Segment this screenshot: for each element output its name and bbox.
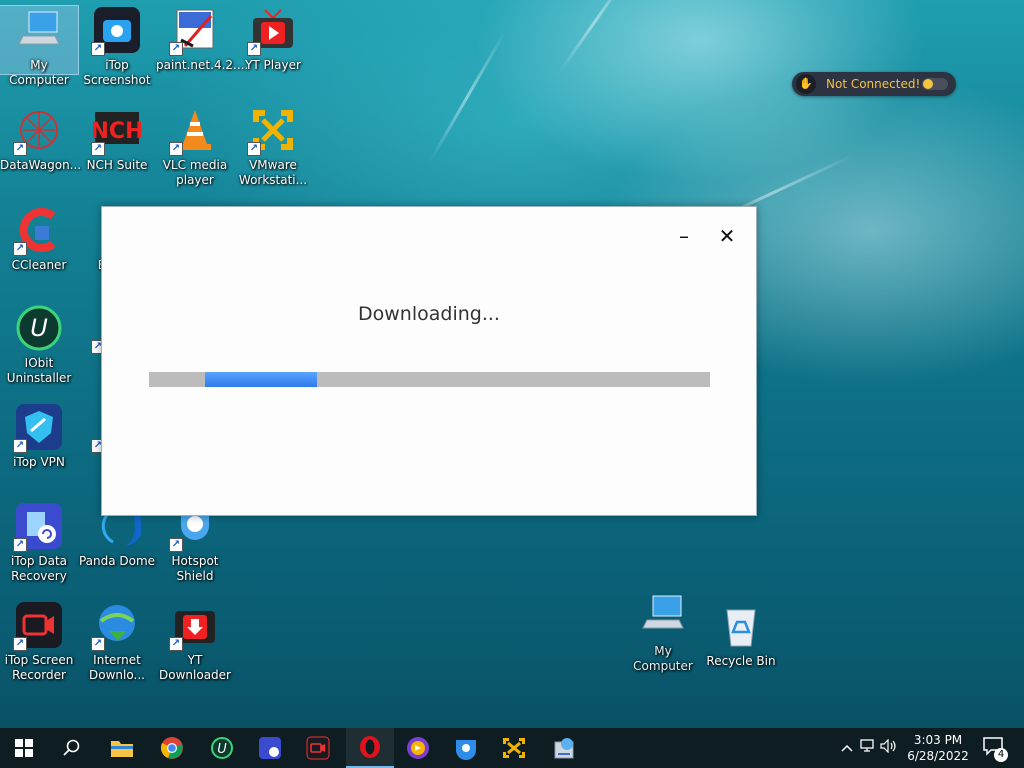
taskbar-iobit[interactable]: U bbox=[198, 728, 246, 768]
shortcut-arrow-icon: ↗ bbox=[13, 637, 27, 651]
screen-recorder-icon: ↗ bbox=[13, 601, 63, 651]
shortcut-arrow-icon: ↗ bbox=[169, 142, 183, 156]
paint-icon: ↗ bbox=[169, 6, 219, 56]
desktop-icon-vmware[interactable]: ↗ VMware Workstati... bbox=[234, 106, 312, 188]
ccleaner-icon: ↗ bbox=[13, 206, 63, 256]
close-button[interactable]: ✕ bbox=[712, 221, 742, 251]
vlc-cone-icon: ↗ bbox=[169, 106, 219, 156]
iobit-icon: U bbox=[15, 304, 63, 352]
taskbar-chrome[interactable] bbox=[148, 728, 196, 768]
desktop-icon-itop-screen-recorder[interactable]: ↗ iTop Screen Recorder bbox=[0, 601, 78, 683]
shortcut-arrow-icon: ↗ bbox=[169, 42, 183, 56]
network-icon[interactable] bbox=[856, 739, 878, 757]
shortcut-arrow-icon: ↗ bbox=[247, 142, 261, 156]
download-progress-bar bbox=[149, 372, 710, 387]
screen-recorder-icon bbox=[306, 736, 330, 760]
desktop-icon-yt-player[interactable]: ↗ YT Player bbox=[234, 6, 312, 73]
computer-icon bbox=[639, 592, 687, 640]
desktop-icon-paint-net[interactable]: ↗ paint.net.4.2.... bbox=[156, 6, 248, 73]
volume-icon[interactable] bbox=[878, 738, 900, 757]
chrome-icon bbox=[160, 737, 183, 759]
taskbar-search-button[interactable] bbox=[48, 728, 96, 768]
shortcut-arrow-icon: ↗ bbox=[13, 439, 27, 453]
progress-fill bbox=[205, 372, 318, 387]
desktop-icon-vlc[interactable]: ↗ VLC media player bbox=[156, 106, 234, 188]
shortcut-arrow-icon: ↗ bbox=[91, 42, 105, 56]
taskbar-installer[interactable] bbox=[540, 728, 588, 768]
system-tray bbox=[838, 728, 900, 768]
desktop-icon-itop-vpn[interactable]: ↗ iTop VPN bbox=[0, 403, 78, 470]
opera-icon bbox=[360, 736, 380, 758]
minimize-button[interactable]: – bbox=[669, 221, 699, 251]
data-recovery-icon: ↗ bbox=[13, 502, 63, 552]
notification-count-badge: 4 bbox=[994, 748, 1008, 762]
camera-icon: ↗ bbox=[91, 6, 141, 56]
desktop-icon-ccleaner[interactable]: ↗ CCleaner bbox=[0, 206, 78, 273]
shortcut-arrow-icon: ↗ bbox=[13, 538, 27, 552]
browser-icon bbox=[407, 737, 429, 759]
desktop-icon-recycle-bin[interactable]: Recycle Bin bbox=[702, 602, 780, 669]
taskbar: U 3:03 PM 6/28/2022 4 bbox=[0, 728, 1024, 768]
data-recovery-icon bbox=[259, 737, 281, 759]
shortcut-arrow-icon: ↗ bbox=[247, 42, 261, 56]
vpn-status-widget[interactable]: ✋ Not Connected! bbox=[792, 72, 956, 96]
shortcut-arrow-icon: ↗ bbox=[13, 142, 27, 156]
taskbar-opera[interactable] bbox=[346, 728, 394, 768]
tv-download-icon: ↗ bbox=[169, 601, 219, 651]
desktop-icon-internet-download-manager[interactable]: ↗ Internet Downlo... bbox=[78, 601, 156, 683]
shortcut-arrow-icon: ↗ bbox=[91, 637, 105, 651]
network-icon: ↗ bbox=[13, 106, 63, 156]
desktop-icon-iobit-uninstaller[interactable]: U IObit Uninstaller bbox=[0, 304, 78, 386]
taskbar-file-explorer[interactable] bbox=[98, 728, 146, 768]
taskbar-screen-recorder[interactable] bbox=[294, 728, 342, 768]
desktop-icon-nch-suite[interactable]: NCH ↗ NCH Suite bbox=[78, 106, 156, 173]
shortcut-arrow-icon: ↗ bbox=[169, 538, 183, 552]
taskbar-data-recovery[interactable] bbox=[246, 728, 294, 768]
action-center-button[interactable]: 4 bbox=[982, 736, 1008, 762]
taskbar-vmware[interactable] bbox=[490, 728, 538, 768]
tv-play-icon: ↗ bbox=[247, 6, 297, 56]
svg-text:U: U bbox=[30, 314, 48, 342]
desktop-icon-my-computer[interactable]: My Computer bbox=[0, 5, 79, 87]
taskbar-shield[interactable] bbox=[442, 728, 490, 768]
desktop-icon-itop-screenshot[interactable]: ↗ iTop Screenshot bbox=[78, 6, 156, 88]
downloading-label: Downloading... bbox=[358, 303, 500, 325]
shortcut-arrow-icon: ↗ bbox=[169, 637, 183, 651]
hand-icon: ✋ bbox=[796, 74, 816, 94]
desktop-icon-yt-downloader[interactable]: ↗ YT Downloader bbox=[156, 601, 234, 683]
windows-start-icon bbox=[15, 739, 33, 757]
file-explorer-icon bbox=[111, 741, 133, 757]
shortcut-arrow-icon: ↗ bbox=[91, 142, 105, 156]
taskbar-browser[interactable] bbox=[394, 728, 442, 768]
svg-text:NCH: NCH bbox=[93, 119, 141, 144]
idm-globe-icon: ↗ bbox=[91, 601, 141, 651]
vmware-icon: ↗ bbox=[247, 106, 297, 156]
recycle-bin-icon bbox=[717, 602, 765, 650]
iobit-icon: U bbox=[211, 737, 233, 759]
download-dialog: – ✕ Downloading... bbox=[101, 206, 757, 516]
desktop-icon-my-computer-2[interactable]: My Computer bbox=[624, 592, 702, 674]
computer-icon bbox=[15, 6, 63, 54]
start-button[interactable] bbox=[0, 728, 48, 768]
nch-icon: NCH ↗ bbox=[91, 106, 143, 156]
vpn-status-text: Not Connected! bbox=[826, 77, 921, 91]
svg-text:U: U bbox=[217, 742, 227, 757]
installer-icon bbox=[554, 738, 574, 759]
shortcut-arrow-icon: ↗ bbox=[13, 242, 27, 256]
shield-icon bbox=[456, 740, 476, 760]
clock-date: 6/28/2022 bbox=[907, 749, 969, 763]
shield-icon: ↗ bbox=[13, 403, 63, 453]
vpn-toggle[interactable] bbox=[922, 78, 948, 90]
desktop-icon-datawagon[interactable]: ↗ DataWagon... bbox=[0, 106, 81, 173]
taskbar-clock[interactable]: 3:03 PM 6/28/2022 bbox=[900, 732, 976, 764]
clock-time: 3:03 PM bbox=[913, 733, 963, 747]
desktop-icon-itop-data-recovery[interactable]: ↗ iTop Data Recovery bbox=[0, 502, 78, 584]
chevron-up-icon[interactable] bbox=[838, 741, 856, 756]
search-icon bbox=[63, 739, 80, 756]
vmware-icon bbox=[503, 738, 525, 758]
